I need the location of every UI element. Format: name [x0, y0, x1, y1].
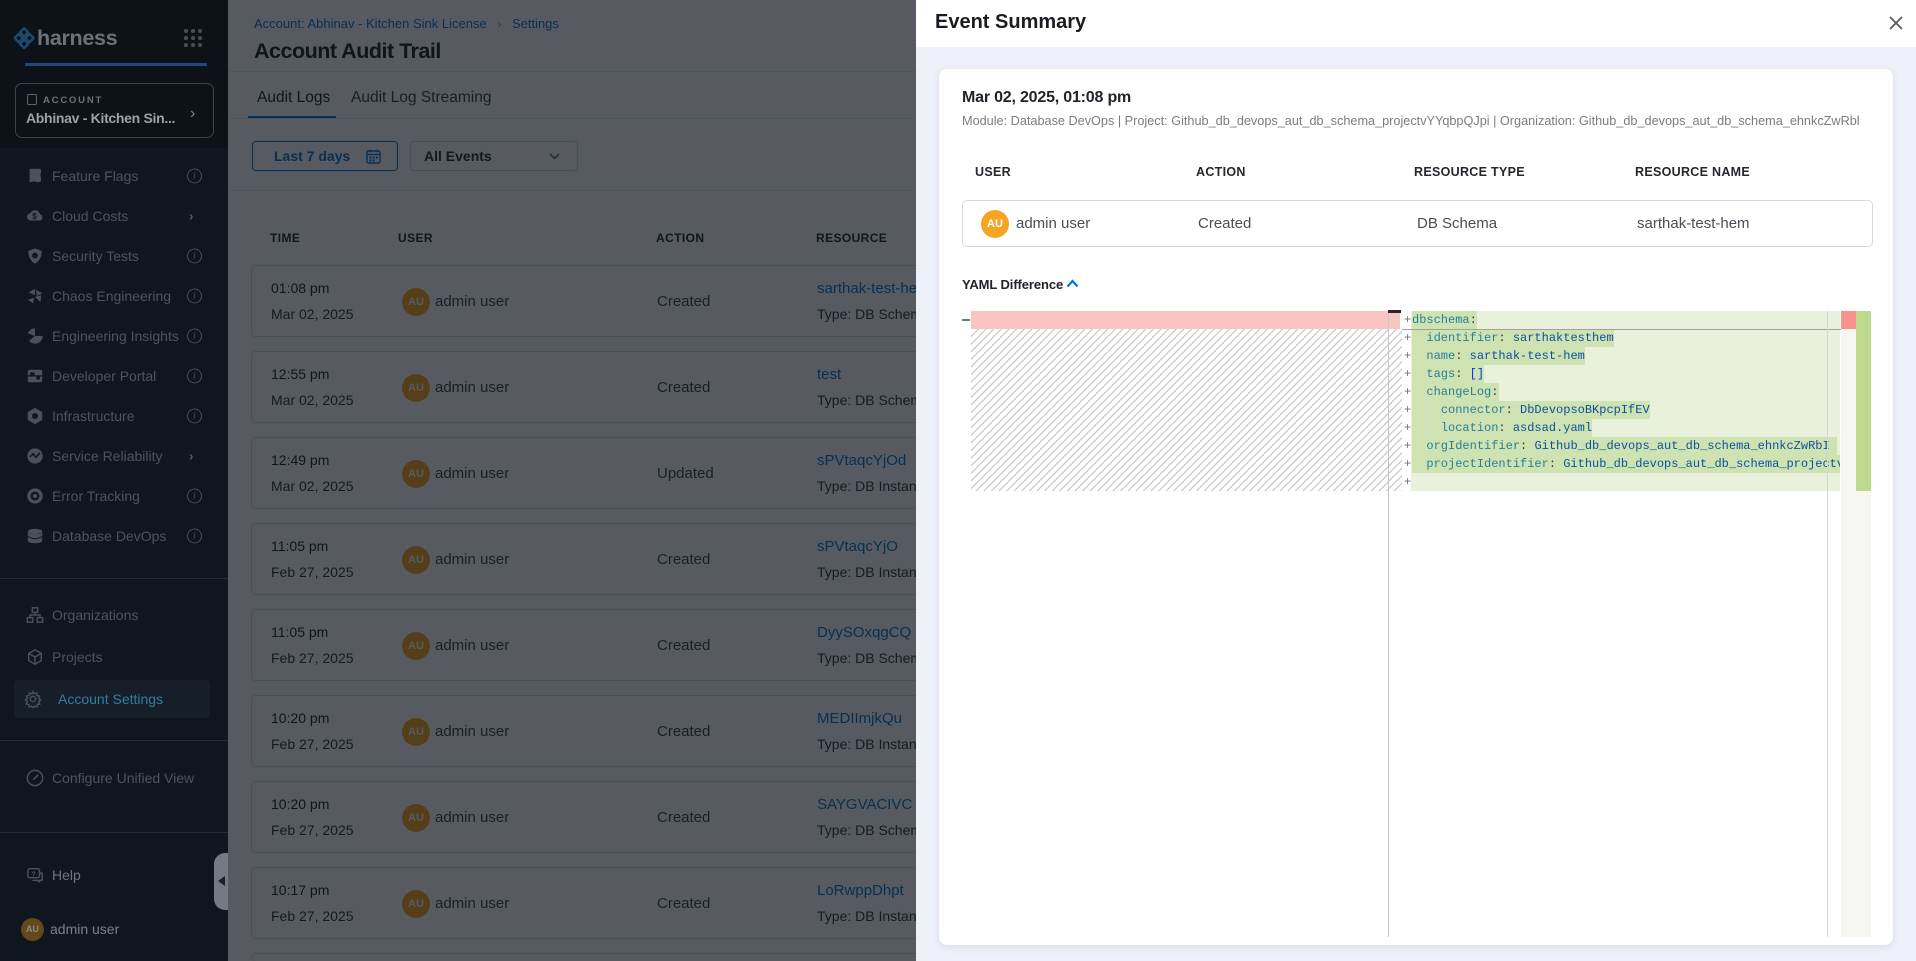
svg-text:$: $ — [32, 212, 37, 221]
svg-text:?: ? — [31, 869, 35, 878]
